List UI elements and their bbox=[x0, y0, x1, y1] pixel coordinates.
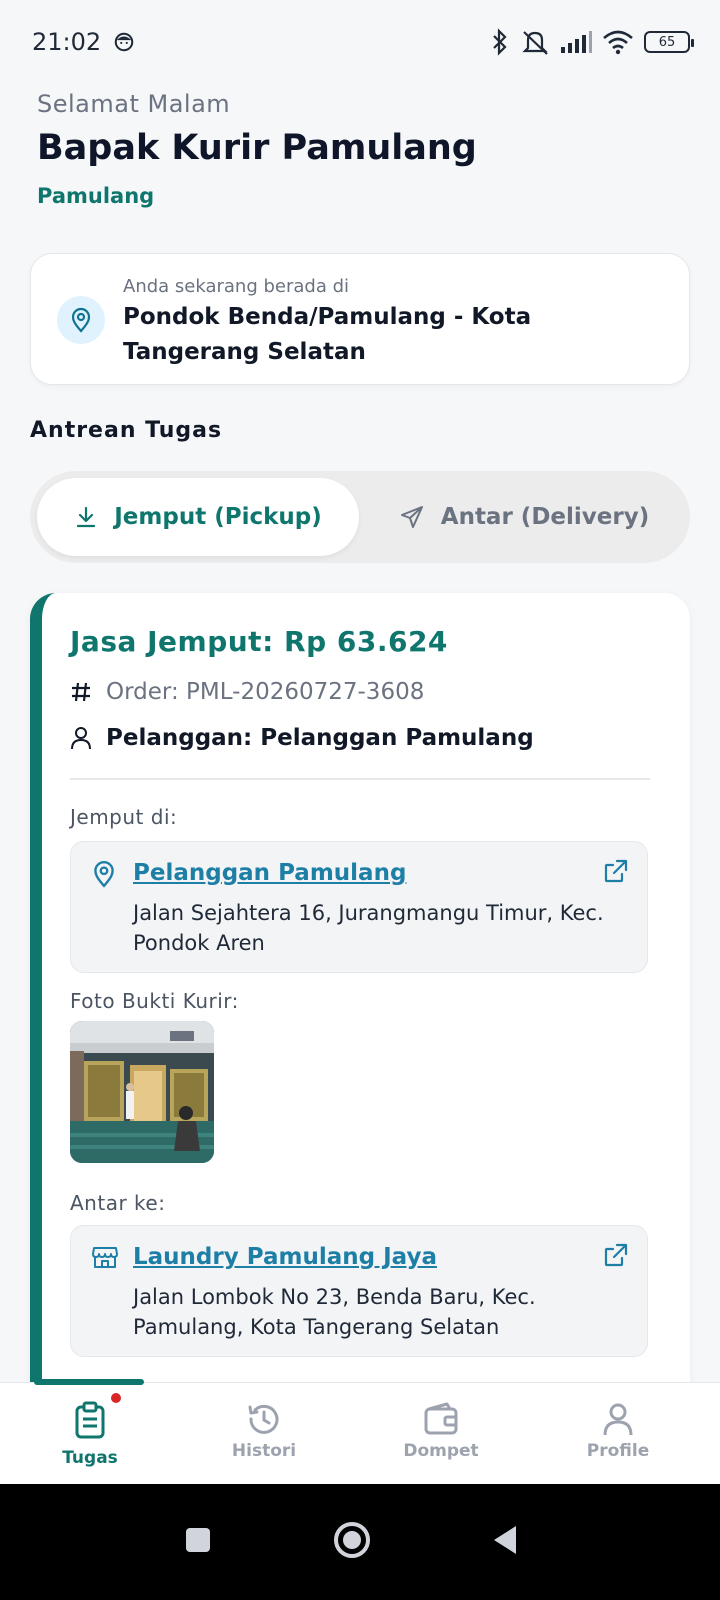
recents-button-icon[interactable] bbox=[184, 1526, 212, 1554]
nav-dompet-label: Dompet bbox=[403, 1441, 479, 1461]
greeting-text: Selamat Malam bbox=[37, 90, 231, 118]
status-bar: 21:02 65 bbox=[0, 0, 720, 84]
customer-name: Pelanggan: Pelanggan Pamulang bbox=[106, 725, 534, 751]
battery-indicator: 65 bbox=[644, 31, 694, 53]
store-icon bbox=[92, 1247, 118, 1268]
pickup-address-box: Pelanggan Pamulang Jalan Sejahtera 16, J… bbox=[70, 841, 648, 973]
location-icon-badge bbox=[57, 296, 105, 344]
dropoff-name-link[interactable]: Laundry Pamulang Jaya bbox=[133, 1244, 437, 1270]
signal-icon bbox=[561, 31, 592, 53]
nav-dompet[interactable]: Dompet bbox=[381, 1401, 501, 1461]
user-icon bbox=[603, 1403, 633, 1436]
home-button-icon[interactable] bbox=[332, 1520, 372, 1560]
nav-tugas[interactable]: Tugas bbox=[30, 1391, 150, 1468]
notification-badge bbox=[109, 1391, 123, 1405]
section-title: Antrean Tugas bbox=[30, 418, 223, 443]
status-time: 21:02 bbox=[32, 28, 102, 56]
task-type-tabs: Jemput (Pickup) Antar (Delivery) bbox=[30, 471, 690, 563]
divider bbox=[70, 778, 650, 780]
status-icons: 65 bbox=[490, 28, 694, 56]
current-location-card: Anda sekarang berada di Pondok Benda/Pam… bbox=[30, 253, 690, 385]
dropoff-address: Jalan Lombok No 23, Benda Baru, Kec. Pam… bbox=[133, 1285, 536, 1339]
hash-icon bbox=[72, 682, 90, 702]
nav-histori[interactable]: Histori bbox=[204, 1401, 324, 1461]
order-row: Order: PML-20260727-3608 bbox=[70, 679, 424, 705]
dropoff-address-box: Laundry Pamulang Jaya Jalan Lombok No 23… bbox=[70, 1225, 648, 1357]
external-link-icon[interactable] bbox=[603, 858, 629, 884]
tab-delivery[interactable]: Antar (Delivery) bbox=[364, 478, 684, 556]
proof-photo-image bbox=[70, 1021, 214, 1163]
send-icon bbox=[400, 506, 423, 528]
map-pin-icon bbox=[71, 307, 91, 333]
face-icon bbox=[114, 32, 134, 52]
back-button-icon[interactable] bbox=[490, 1524, 520, 1556]
courier-city: Pamulang bbox=[37, 184, 155, 208]
download-icon bbox=[77, 506, 96, 528]
location-label: Anda sekarang berada di bbox=[123, 276, 350, 297]
clipboard-icon bbox=[75, 1401, 105, 1439]
nav-tugas-label: Tugas bbox=[62, 1448, 118, 1468]
history-icon bbox=[248, 1404, 279, 1434]
map-pin-icon bbox=[94, 860, 114, 888]
wallet-icon bbox=[424, 1402, 458, 1435]
bottom-navigation: Tugas Histori Dompet Profile bbox=[0, 1379, 720, 1484]
courier-proof-photo[interactable] bbox=[70, 1021, 214, 1163]
task-card[interactable]: Jasa Jemput: Rp 63.624 Order: PML-202607… bbox=[30, 593, 690, 1413]
tab-delivery-label: Antar (Delivery) bbox=[440, 504, 650, 530]
dropoff-label: Antar ke: bbox=[70, 1191, 166, 1215]
external-link-icon[interactable] bbox=[603, 1242, 629, 1268]
silent-icon bbox=[522, 31, 548, 55]
tab-pickup[interactable]: Jemput (Pickup) bbox=[37, 478, 359, 556]
nav-profile-label: Profile bbox=[586, 1441, 650, 1461]
pickup-name-link[interactable]: Pelanggan Pamulang bbox=[133, 860, 406, 886]
tab-pickup-label: Jemput (Pickup) bbox=[114, 504, 322, 530]
bluetooth-icon bbox=[493, 28, 507, 56]
nav-profile[interactable]: Profile bbox=[558, 1401, 678, 1461]
pickup-address: Jalan Sejahtera 16, Jurangmangu Timur, K… bbox=[133, 901, 604, 955]
pickup-label: Jemput di: bbox=[70, 805, 178, 829]
courier-name: Bapak Kurir Pamulang bbox=[37, 128, 477, 168]
active-tab-indicator bbox=[34, 1379, 144, 1385]
nav-histori-label: Histori bbox=[231, 1441, 297, 1461]
wifi-icon bbox=[603, 30, 633, 55]
user-icon bbox=[71, 727, 91, 750]
customer-row: Pelanggan: Pelanggan Pamulang bbox=[70, 725, 534, 751]
photo-label: Foto Bukti Kurir: bbox=[70, 989, 239, 1013]
pickup-fee: Jasa Jemput: Rp 63.624 bbox=[70, 625, 448, 658]
location-value: Pondok Benda/Pamulang - Kota Tangerang S… bbox=[123, 304, 532, 365]
order-id: Order: PML-20260727-3608 bbox=[106, 679, 425, 705]
system-navigation-bar bbox=[0, 1484, 720, 1600]
